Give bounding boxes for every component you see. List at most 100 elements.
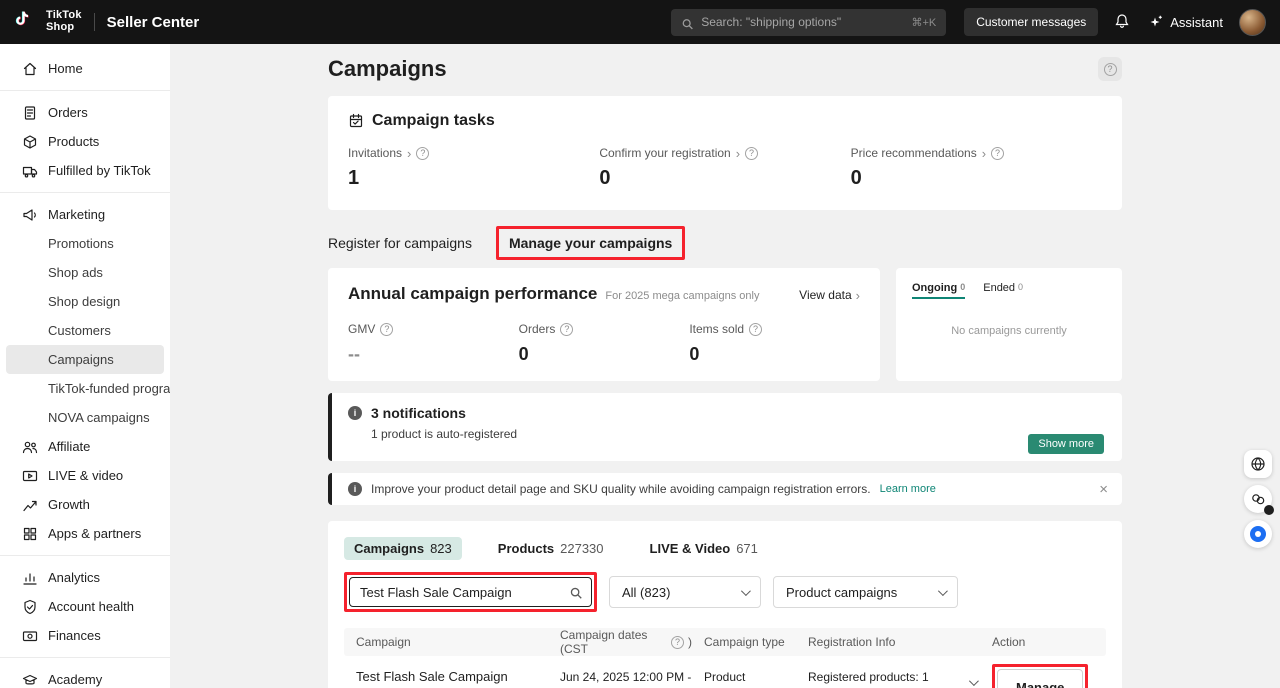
question-icon[interactable] <box>749 323 762 336</box>
sidebar-item-home[interactable]: Home <box>6 54 164 83</box>
chevron-right-icon: › <box>856 289 860 302</box>
app-name: Seller Center <box>107 14 200 31</box>
sidebar-item-orders[interactable]: Orders <box>6 98 164 127</box>
metric-items-sold-value: 0 <box>689 344 860 365</box>
view-data-link[interactable]: View data› <box>799 288 860 302</box>
sidebar-item-growth[interactable]: Growth <box>6 490 164 519</box>
cell-type: Product campaign <box>692 656 796 688</box>
divider <box>0 192 170 193</box>
tab-campaigns[interactable]: Campaigns823 <box>344 537 462 560</box>
campaign-type-select[interactable]: Product campaigns <box>773 576 958 608</box>
metric-gmv: GMV -- <box>348 322 519 365</box>
topbar: TikTokShop Seller Center Search: "shippi… <box>0 0 1280 44</box>
analytics-icon <box>22 570 38 586</box>
assistant-button[interactable]: Assistant <box>1148 14 1223 30</box>
sidebar-item-affiliate[interactable]: Affiliate <box>6 432 164 461</box>
tab-live-video[interactable]: LIVE & Video671 <box>640 537 768 560</box>
search-icon <box>681 16 694 29</box>
task-invitations[interactable]: Invitations› 1 <box>348 146 599 190</box>
sidebar-item-promotions[interactable]: Promotions <box>6 229 164 258</box>
sidebar-item-live-video[interactable]: LIVE & video <box>6 461 164 490</box>
notifications-title: 3 notifications <box>371 405 466 421</box>
tab-manage-your-campaigns[interactable]: Manage your campaigns <box>509 235 672 251</box>
widget-icon[interactable] <box>1244 485 1272 513</box>
show-more-button[interactable]: Show more <box>1028 434 1104 454</box>
question-icon[interactable] <box>745 147 758 160</box>
assistant-label: Assistant <box>1170 15 1223 30</box>
task-confirm-value: 0 <box>599 167 850 190</box>
sidebar-item-shop-design[interactable]: Shop design <box>6 287 164 316</box>
task-confirm-registration[interactable]: Confirm your registration› 0 <box>599 146 850 190</box>
sidebar-item-shop-ads[interactable]: Shop ads <box>6 258 164 287</box>
question-icon[interactable] <box>380 323 393 336</box>
tab-register-for-campaigns[interactable]: Register for campaigns <box>328 235 472 251</box>
question-icon[interactable] <box>991 147 1004 160</box>
cell-campaign: Test Flash Sale Campaign Ongoing <box>344 656 548 688</box>
sidebar-item-marketing[interactable]: Marketing <box>6 200 164 229</box>
tab-ended[interactable]: Ended0 <box>983 282 1023 299</box>
manage-button[interactable]: Manage <box>997 669 1083 688</box>
cell-action: Manage <box>980 656 1106 688</box>
search-placeholder: Search: "shipping options" <box>701 15 904 29</box>
sidebar-item-customers[interactable]: Customers <box>6 316 164 345</box>
tab-ongoing[interactable]: Ongoing0 <box>912 282 965 299</box>
campaign-search-input[interactable] <box>360 585 569 600</box>
campaigns-table: Campaign Campaign dates (CST) Campaign t… <box>344 628 1106 688</box>
campaign-tasks-card: Campaign tasks Invitations› 1 Confirm yo… <box>328 96 1122 210</box>
divider <box>94 13 95 31</box>
sidebar-item-academy[interactable]: Academy <box>6 665 164 688</box>
divider <box>0 657 170 658</box>
divider <box>0 90 170 91</box>
floating-widgets <box>1244 450 1272 548</box>
people-icon <box>22 439 38 455</box>
performance-subtitle: For 2025 mega campaigns only <box>605 290 759 302</box>
sidebar-item-tiktok-funded-program[interactable]: TikTok-funded program <box>6 374 164 403</box>
task-price-recommendations[interactable]: Price recommendations› 0 <box>851 146 1102 190</box>
annual-performance-card: Annual campaign performance For 2025 meg… <box>328 268 880 381</box>
support-chat-icon[interactable] <box>1244 520 1272 548</box>
question-icon[interactable] <box>671 636 684 649</box>
notifications-card: 3 notifications 1 product is auto-regist… <box>328 393 1122 461</box>
expand-chevron-icon[interactable] <box>969 676 979 686</box>
brand[interactable]: TikTokShop <box>14 10 82 34</box>
customer-messages-button[interactable]: Customer messages <box>964 8 1098 36</box>
calendar-check-icon <box>348 113 364 129</box>
close-icon[interactable] <box>1099 482 1108 497</box>
translate-icon[interactable] <box>1244 450 1272 478</box>
sidebar-item-account-health[interactable]: Account health <box>6 592 164 621</box>
sidebar-item-campaigns[interactable]: Campaigns <box>6 345 164 374</box>
sidebar-item-products[interactable]: Products <box>6 127 164 156</box>
chevron-right-icon: › <box>407 147 411 160</box>
col-type: Campaign type <box>692 635 796 649</box>
sidebar-item-apps-partners[interactable]: Apps & partners <box>6 519 164 548</box>
annotation-box <box>344 572 597 612</box>
learn-more-link[interactable]: Learn more <box>880 483 936 495</box>
question-icon[interactable] <box>560 323 573 336</box>
tab-products[interactable]: Products227330 <box>488 537 614 560</box>
performance-title: Annual campaign performance <box>348 284 597 304</box>
chevron-right-icon: › <box>982 147 986 160</box>
page-help-button[interactable] <box>1098 57 1122 81</box>
annotation-box: Manage <box>992 664 1088 688</box>
shield-icon <box>22 599 38 615</box>
global-search[interactable]: Search: "shipping options" ⌘+K <box>671 9 946 36</box>
bell-icon[interactable] <box>1114 13 1132 31</box>
table-header: Campaign Campaign dates (CST) Campaign t… <box>344 628 1106 656</box>
tiktok-logo-icon <box>14 10 38 34</box>
search-icon[interactable] <box>569 585 583 599</box>
sidebar-item-analytics[interactable]: Analytics <box>6 563 164 592</box>
col-dates: Campaign dates (CST) <box>548 628 692 656</box>
sidebar: Home Orders Products Fulfilled by TikTok… <box>0 44 170 688</box>
question-icon[interactable] <box>416 147 429 160</box>
notification-message: 1 product is auto-registered <box>371 427 1104 441</box>
sidebar-item-finances[interactable]: Finances <box>6 621 164 650</box>
user-avatar[interactable] <box>1239 9 1266 36</box>
empty-state-text: No campaigns currently <box>912 325 1106 337</box>
status-filter-select[interactable]: All (823) <box>609 576 761 608</box>
sidebar-item-nova-campaigns[interactable]: NOVA campaigns <box>6 403 164 432</box>
sidebar-item-fulfilled-by-tiktok[interactable]: Fulfilled by TikTok <box>6 156 164 185</box>
page-title: Campaigns <box>328 56 447 82</box>
campaign-list-card: Campaigns823 Products227330 LIVE & Video… <box>328 521 1122 688</box>
campaign-status-card: Ongoing0 Ended0 No campaigns currently <box>896 268 1122 381</box>
campaign-search-field[interactable] <box>349 577 592 607</box>
